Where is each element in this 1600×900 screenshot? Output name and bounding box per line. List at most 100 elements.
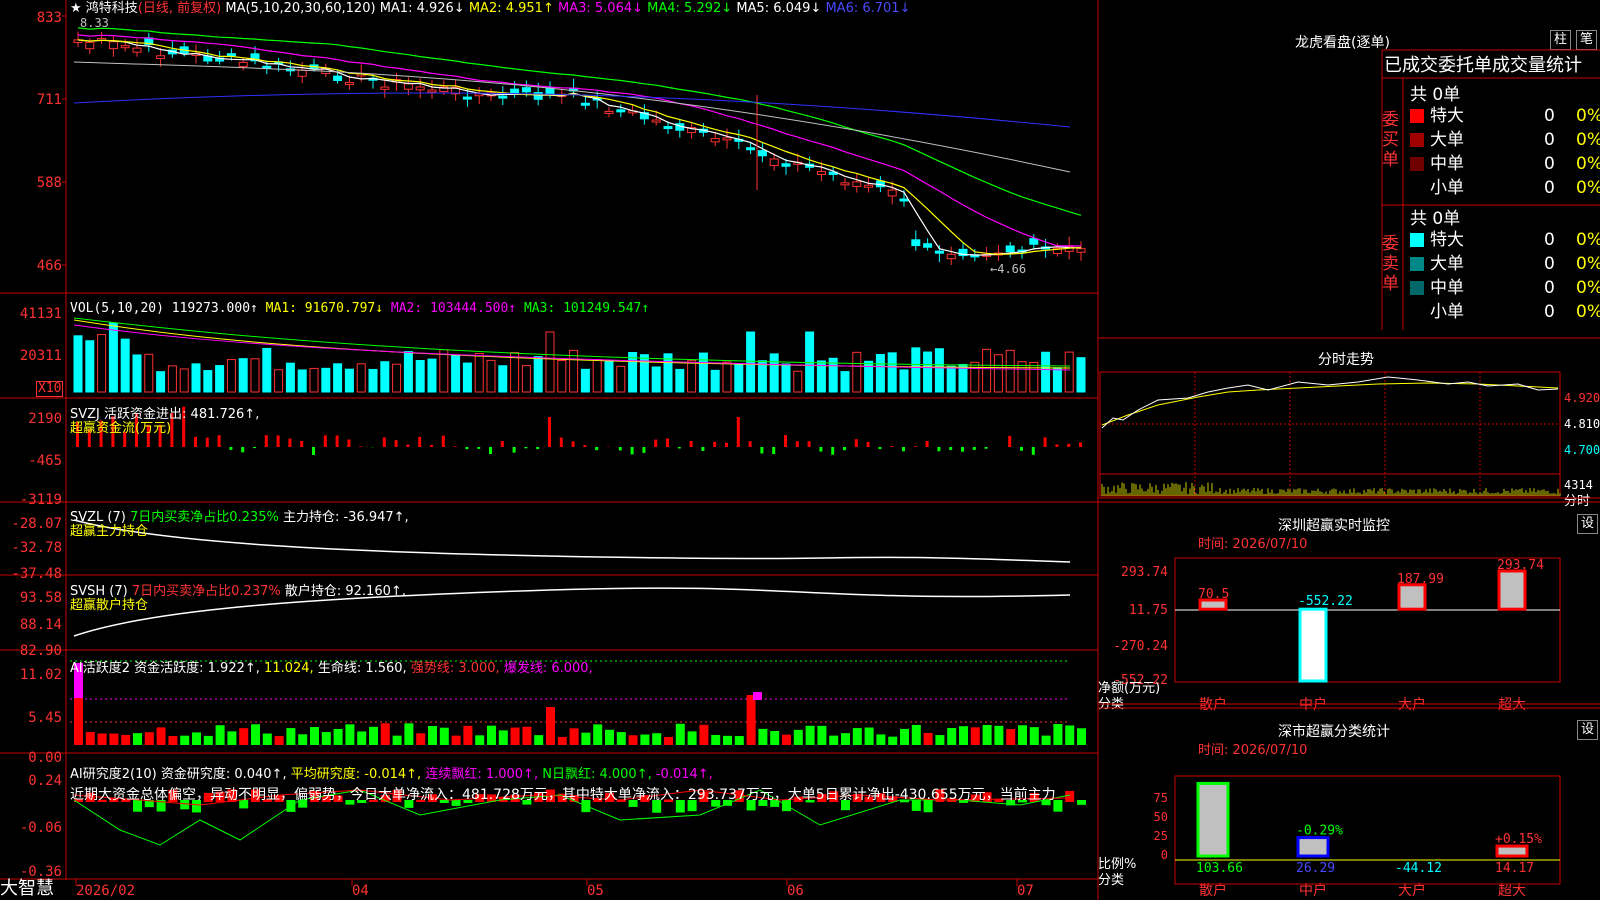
candle-body <box>934 250 944 254</box>
candle-body <box>769 158 779 166</box>
flow-bar <box>241 447 245 453</box>
ai1-axis-2: 5.45 <box>28 710 62 726</box>
flow-bar <box>276 435 280 447</box>
volume-bar <box>710 369 720 393</box>
svzl-axis-2: -32.78 <box>11 540 62 556</box>
flow-bar <box>1043 437 1047 447</box>
activity-bar <box>1029 727 1039 745</box>
activity-bar <box>782 734 791 745</box>
volume-bar <box>1029 361 1039 393</box>
ai1-axis-1: 11.02 <box>19 667 62 683</box>
candle-body <box>1005 245 1015 253</box>
flow-bar <box>984 447 988 449</box>
flow-bar <box>559 437 563 447</box>
svzl-header: SVZL (7) 7日内买卖净占比0.235% 主力持仓: -36.947↑, <box>70 510 409 525</box>
activity-bar <box>569 728 579 745</box>
activity-bar <box>805 725 815 745</box>
svzj-header: SVZJ 活跃资金进出: 481.726↑, <box>70 407 259 422</box>
activity-bar <box>640 734 650 745</box>
flow-bar <box>630 447 634 455</box>
flow-bar <box>477 447 481 449</box>
flow-bar <box>843 447 846 451</box>
volume-bar <box>73 335 83 393</box>
volume-bar <box>274 369 284 393</box>
flow-bar <box>406 444 410 447</box>
candle-body <box>663 126 673 130</box>
max-price-label: 8.33 <box>80 16 109 30</box>
activity-bar <box>85 731 95 745</box>
volume-bar <box>557 359 567 393</box>
flow-bar <box>1055 444 1059 447</box>
volume-bar <box>368 368 378 393</box>
volume-bar <box>333 363 343 393</box>
activity-bar <box>1053 724 1063 745</box>
candle-body <box>108 41 118 50</box>
volume-bar <box>604 361 614 393</box>
intraday-avg-line <box>1101 382 1559 426</box>
volume-bar <box>580 368 590 393</box>
candle-body <box>887 189 897 197</box>
svzj-axis-2: -465 <box>28 453 62 469</box>
star-icon[interactable]: ★ <box>70 1 82 16</box>
flow-bar <box>1020 447 1023 451</box>
activity-bar <box>251 724 260 745</box>
stats-bar-pct: +0.15% <box>1495 832 1542 847</box>
ai2-axis-1: 0.24 <box>28 773 62 789</box>
candle-body <box>899 198 909 202</box>
svzl-axis-3: -37.48 <box>11 566 62 582</box>
ma5-value: MA5: 6.049↓ <box>736 1 822 16</box>
volume-bar <box>521 365 531 393</box>
candle-body <box>132 47 142 53</box>
volume-bar <box>923 351 933 393</box>
flow-bar <box>595 447 599 451</box>
main-holding-line <box>73 519 1071 563</box>
volume-bar <box>734 364 744 393</box>
ma6-line <box>73 92 1071 128</box>
volume-bar <box>840 371 850 393</box>
ai1-t2: 11.024, <box>264 661 314 676</box>
vol-value: 119273.000↑ <box>171 301 258 316</box>
volume-bar <box>451 354 461 393</box>
activity-bar <box>817 725 827 745</box>
ai2-t1: 资金研究度: 0.040↑, <box>160 767 287 782</box>
stats-value-label: 103.66 <box>1196 861 1243 876</box>
flow-bar <box>807 441 811 447</box>
flow-bar <box>571 441 575 447</box>
volume-bar <box>238 358 248 393</box>
activity-bar <box>1041 735 1051 745</box>
volume-bar <box>899 369 909 393</box>
activity-bar <box>345 724 355 745</box>
flow-bar <box>866 441 870 447</box>
flow-bar <box>536 447 540 450</box>
candle-body <box>757 150 767 157</box>
svsh-axis-1: 93.58 <box>19 590 62 606</box>
ma3-value: MA3: 5.064↓ <box>558 1 644 16</box>
volume-bar <box>1041 351 1051 393</box>
ma6-value: MA6: 6.701↓ <box>825 1 911 16</box>
flow-bar <box>382 437 386 447</box>
vol-unit-label: X10 <box>36 381 64 397</box>
volume-bar <box>757 360 767 393</box>
activity-bar <box>144 732 154 745</box>
vol-ma3: MA3: 101249.547↑ <box>523 301 650 316</box>
stats-bar <box>1196 781 1230 858</box>
volume-bar <box>793 370 803 393</box>
flow-bar <box>441 435 445 447</box>
svzl-text1: 7日内买卖净占比0.235% <box>129 510 279 525</box>
activity-bar <box>522 726 532 745</box>
volume-bar <box>510 351 520 393</box>
candle-body <box>852 181 862 187</box>
volume-bar <box>344 368 354 393</box>
activity-bar <box>770 730 780 745</box>
monitor-bar <box>1298 607 1328 683</box>
activity-bar <box>982 725 992 745</box>
activity-bar <box>557 736 567 745</box>
activity-bar <box>475 735 485 745</box>
brand-label[interactable]: 大智慧 <box>0 879 54 899</box>
main-chart-canvas[interactable] <box>0 0 1100 900</box>
flow-bar <box>500 441 504 447</box>
activity-bar <box>959 726 968 745</box>
vol-axis-1: 41131 <box>19 306 62 322</box>
activity-bar <box>463 725 473 745</box>
activity-bar <box>841 733 850 745</box>
